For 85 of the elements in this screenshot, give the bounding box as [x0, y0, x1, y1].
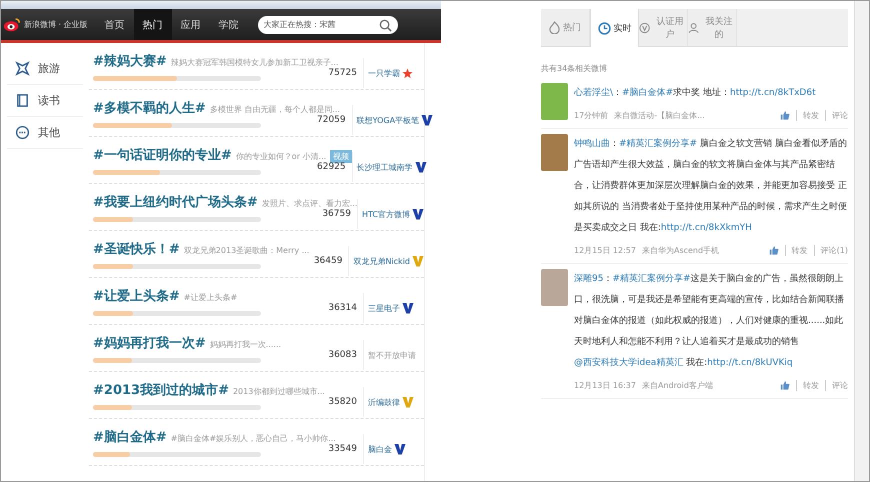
- topic-title-link[interactable]: #脑白金体#: [93, 428, 167, 446]
- topic-count: 62925: [317, 162, 346, 172]
- author-link[interactable]: 脑白金: [368, 444, 392, 454]
- eye-logo-icon: [3, 17, 21, 32]
- topic-description: 妈妈再打我一次......: [210, 338, 282, 350]
- topic-description: 辣妈大赛冠军韩国模特女儿参加新工卫视亲子...: [170, 56, 338, 68]
- thumbs-up-icon[interactable]: [780, 110, 790, 121]
- star-icon: [402, 68, 413, 78]
- user-link[interactable]: 深雕95: [574, 274, 604, 284]
- topic-count: 33549: [327, 444, 357, 454]
- post-text: 深雕95：#精英汇案例分享#这是关于脑白金的广告，虽然很朗朗上口，很洗脑，可是我还是希望能有更高端的宣传，比如结合新闻联播对脑白金体的报道（如此权威的报道），人们对健康的重视......如此天时地利人和怎能不利用？让人追着买才是最成功的销售 @西安科技大学idea精英汇 我在:http://t.cn/8kUVKiq: [574, 272, 845, 370]
- topic-title-link[interactable]: #一句话证明你的专业#: [93, 146, 232, 164]
- user-link[interactable]: 钟鸣山曲: [574, 139, 610, 149]
- hashtag-link[interactable]: #精英汇案例分享#: [612, 274, 691, 284]
- author-link[interactable]: 联想YOGA平板笔: [356, 114, 420, 126]
- topic-title-link[interactable]: #2013我到过的城市#: [93, 380, 229, 398]
- topic-title-link[interactable]: #圣诞快乐！#: [93, 240, 180, 258]
- nav-tab[interactable]: 首页: [96, 9, 134, 40]
- topic-count: 35820: [327, 397, 357, 407]
- category-item[interactable]: 旅游: [7, 53, 83, 85]
- topic-title-link[interactable]: #辣妈大赛#: [93, 52, 167, 70]
- verified-v-icon: [412, 255, 424, 267]
- topic-title-link[interactable]: #妈妈再打我一次#: [93, 334, 206, 352]
- author-link[interactable]: 长沙理工城南学: [356, 162, 413, 172]
- topic-description: 多模世界 自由无疆，每个人都是同...: [210, 104, 340, 114]
- category-item[interactable]: 其他: [7, 117, 83, 149]
- author-link[interactable]: HTC官方微博: [362, 208, 410, 220]
- topic-count: 36459: [312, 256, 342, 266]
- topic-description: 你的专业如何？or 小清...: [236, 150, 326, 162]
- nav-tab[interactable]: 热门: [134, 9, 172, 40]
- author-link[interactable]: 三星电子: [368, 302, 400, 314]
- avatar-photo-placeholder: [541, 83, 568, 120]
- nav-tab[interactable]: 应用: [172, 9, 210, 40]
- category-item[interactable]: 读书: [7, 85, 83, 117]
- avatar-photo-placeholder: [541, 134, 568, 171]
- post-text: 心若浮尘\：#脑白金体#求中奖 地址：http://t.cn/8kTxD6t: [574, 86, 817, 100]
- topic-count: 72059: [317, 115, 346, 125]
- feed-tab[interactable]: 实时: [590, 9, 639, 47]
- book-icon: [15, 93, 30, 108]
- brand-title: 新浪微博 · 企业版: [24, 18, 88, 30]
- topic-title-link[interactable]: #多模不羁的人生#: [93, 98, 206, 116]
- thumbs-up-icon[interactable]: [768, 245, 779, 256]
- topic-description: #脑白金体#娱乐别人，恶心自己，马小帅你...: [170, 432, 336, 444]
- hashtag-link[interactable]: #脑白金体#: [622, 88, 674, 98]
- topic-title-link[interactable]: #我要上纽约时代广场头条#: [93, 192, 258, 210]
- author-link[interactable]: 沂编鼓律: [368, 396, 400, 408]
- link[interactable]: http://t.cn/8kUVKiq: [707, 358, 793, 368]
- author-notice: 暂不开放申请: [368, 350, 416, 360]
- avatar-photo-placeholder: [541, 269, 568, 306]
- topic-count: 36759: [321, 209, 351, 219]
- topic-count: 75725: [327, 68, 357, 78]
- topic-tag: 视频: [330, 150, 352, 162]
- topic-title-link[interactable]: #让爱上头条#: [93, 286, 180, 304]
- verified-v-icon: [402, 302, 414, 314]
- nav-tab[interactable]: 学院: [210, 9, 248, 40]
- search-field[interactable]: 大家正在热搜：宋茜: [258, 16, 398, 34]
- link[interactable]: http://t.cn/8kTxD6t: [730, 88, 816, 98]
- search-icon[interactable]: [378, 18, 392, 32]
- author-link[interactable]: 双龙兄弟Nickid: [353, 256, 410, 266]
- link[interactable]: http://t.cn/8kXkmYH: [660, 223, 752, 233]
- clock-icon: [598, 22, 610, 34]
- badge-icon: [639, 22, 650, 34]
- topic-description: #让爱上头条#: [184, 292, 238, 302]
- user-link[interactable]: 心若浮尘\: [574, 88, 614, 98]
- star-outline-icon: [15, 61, 30, 76]
- feed-tab[interactable]: 认证用户: [639, 9, 688, 46]
- topic-count: 36314: [327, 303, 357, 313]
- topic-description: 发照片、求点评、看力宏...: [262, 198, 358, 208]
- verified-v-icon: [402, 396, 414, 408]
- thumbs-up-icon[interactable]: [780, 380, 790, 391]
- topic-description: 2013你都到过哪些城市...: [232, 386, 325, 396]
- author-link[interactable]: 一只学霸: [368, 68, 400, 78]
- post-text: 钟鸣山曲：#精英汇案例分享# 脑白金之软文营销 脑白金看似矛盾的广告语却产生很大效益，脑白金的软文将脑白金体与其产品紧密结合，让消费群体更加深层次理解脑白金的效果，并能更加容易接受 正如其所说的 当消费者处于坚持使用某种产品的时候，需求产生之时便是买卖成交之日 我在:http://t.cn/8kXkmYH: [574, 137, 848, 235]
- result-count: 共有34条相关微博: [541, 63, 608, 74]
- person-icon: [688, 22, 700, 34]
- more-icon: [15, 125, 30, 140]
- topic-count: 36083: [327, 350, 357, 360]
- verified-v-icon: [414, 161, 427, 173]
- link[interactable]: @西安科技大学idea精英汇: [574, 358, 684, 368]
- feed-tab[interactable]: 我关注的: [688, 9, 737, 46]
- verified-v-icon: [412, 208, 424, 220]
- hashtag-link[interactable]: #精英汇案例分享#: [619, 139, 698, 149]
- topic-description: 双龙兄弟2013圣诞歌曲：Merry ...: [184, 244, 310, 256]
- verified-v-icon: [421, 114, 434, 126]
- verified-v-icon: [394, 443, 406, 455]
